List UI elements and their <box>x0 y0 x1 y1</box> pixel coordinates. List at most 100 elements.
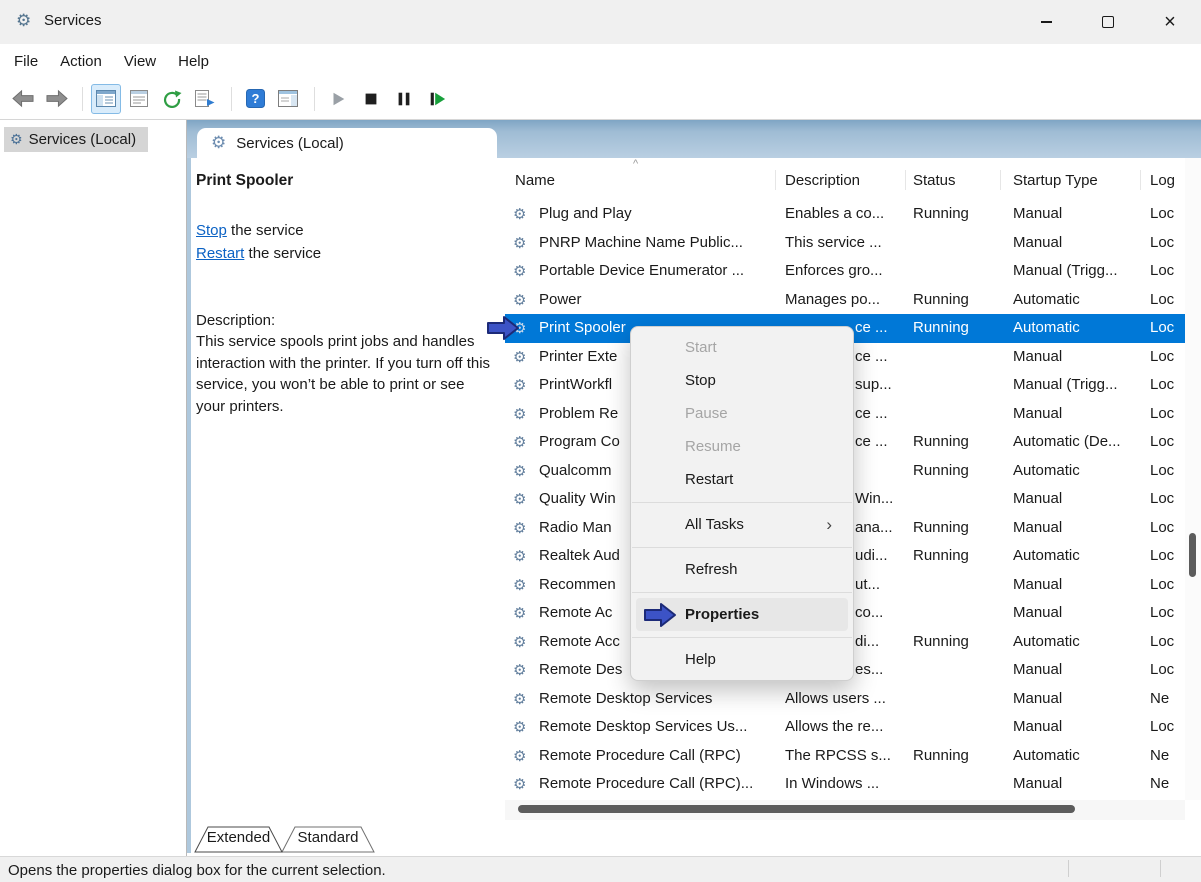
forward-button[interactable] <box>41 84 71 114</box>
service-startup-type: Manual (Trigg... <box>1013 257 1145 286</box>
column-header-name[interactable]: Name <box>515 158 555 198</box>
maximize-button[interactable] <box>1077 0 1139 44</box>
service-row[interactable]: ⚙Remote Desktop ServicesAllows users ...… <box>505 685 1185 714</box>
column-divider[interactable] <box>1000 170 1001 190</box>
toolbar-divider <box>314 87 315 111</box>
context-menu-item-stop[interactable]: Stop <box>636 364 848 397</box>
service-name: Power <box>539 286 779 315</box>
restart-service-button[interactable] <box>422 84 452 114</box>
context-menu-item-help[interactable]: Help <box>636 643 848 676</box>
back-button[interactable] <box>8 84 38 114</box>
column-divider[interactable] <box>905 170 906 190</box>
service-logon: Loc <box>1150 371 1188 400</box>
service-startup-type: Automatic <box>1013 542 1145 571</box>
gear-icon: ⚙ <box>513 628 526 657</box>
vertical-scrollbar[interactable] <box>1185 158 1201 800</box>
vertical-scrollbar-thumb[interactable] <box>1189 533 1196 577</box>
main-header-title: Services (Local) <box>236 135 344 152</box>
service-name: Portable Device Enumerator ... <box>539 257 779 286</box>
stop-service-link[interactable]: Stop <box>196 222 227 239</box>
close-button[interactable]: × <box>1139 0 1201 44</box>
show-hide-console-tree-button[interactable] <box>91 84 121 114</box>
service-startup-type: Manual <box>1013 713 1145 742</box>
gear-icon: ⚙ <box>513 571 526 600</box>
service-status <box>913 400 1005 429</box>
tab-standard[interactable]: Standard <box>282 829 374 846</box>
service-action-suffix: the service <box>227 222 304 239</box>
context-menu-item-refresh[interactable]: Refresh <box>636 553 848 586</box>
service-row[interactable]: ⚙Portable Device Enumerator ...Enforces … <box>505 257 1185 286</box>
service-startup-type: Automatic <box>1013 742 1145 771</box>
service-row[interactable]: ⚙PowerManages po...RunningAutomaticLoc <box>505 286 1185 315</box>
menubar-item-action[interactable]: Action <box>49 53 113 70</box>
service-startup-type: Manual <box>1013 656 1145 685</box>
tree-item-label: Services (Local) <box>29 131 137 148</box>
start-icon <box>329 90 347 108</box>
services-gear-icon: ⚙ <box>16 11 31 31</box>
service-logon: Loc <box>1150 400 1188 429</box>
service-row[interactable]: ⚙Remote Desktop Services Us...Allows the… <box>505 713 1185 742</box>
service-row[interactable]: ⚙PNRP Machine Name Public...This service… <box>505 229 1185 258</box>
context-menu-item-all-tasks[interactable]: All Tasks› <box>636 508 848 541</box>
service-status: Running <box>913 428 1005 457</box>
service-row[interactable]: ⚙Remote Procedure Call (RPC)...In Window… <box>505 770 1185 799</box>
export-list-icon <box>195 90 215 107</box>
column-divider[interactable] <box>1140 170 1141 190</box>
service-startup-type: Manual (Trigg... <box>1013 371 1145 400</box>
menubar-item-view[interactable]: View <box>113 53 167 70</box>
service-description: In Windows ... <box>785 770 909 799</box>
back-arrow-icon <box>12 88 35 109</box>
export-list-button[interactable] <box>190 84 220 114</box>
pause-service-button[interactable] <box>389 84 419 114</box>
gear-icon: ⚙ <box>513 713 526 742</box>
gear-icon: ⚙ <box>513 514 526 543</box>
service-action-line: Stop the service <box>196 222 321 245</box>
help-icon: ? <box>246 89 265 108</box>
gear-icon: ⚙ <box>513 485 526 514</box>
tab-extended[interactable]: Extended <box>195 829 282 846</box>
help-button[interactable]: ? <box>240 84 270 114</box>
service-row[interactable]: ⚙Remote Procedure Call (RPC)The RPCSS s.… <box>505 742 1185 771</box>
service-status: Running <box>913 742 1005 771</box>
menubar-item-help[interactable]: Help <box>167 53 220 70</box>
service-description: Allows the re... <box>785 713 909 742</box>
minimize-button[interactable] <box>1015 0 1077 44</box>
service-startup-type: Manual <box>1013 343 1145 372</box>
service-description: Allows users ... <box>785 685 909 714</box>
statusbar-divider <box>1068 860 1069 877</box>
stop-service-button[interactable] <box>356 84 386 114</box>
service-logon: Loc <box>1150 229 1188 258</box>
show-hide-action-pane-button[interactable] <box>273 84 303 114</box>
gear-icon: ⚙ <box>513 770 526 799</box>
service-logon: Loc <box>1150 200 1188 229</box>
service-status <box>913 229 1005 258</box>
column-header-startup-type[interactable]: Startup Type <box>1013 158 1098 198</box>
column-header-log[interactable]: Log <box>1150 158 1175 198</box>
horizontal-scrollbar-thumb[interactable] <box>518 805 1075 813</box>
column-header-description[interactable]: Description <box>785 158 860 198</box>
forward-arrow-icon <box>45 88 68 109</box>
service-status <box>913 770 1005 799</box>
tree-item-services-local[interactable]: ⚙ Services (Local) <box>4 127 148 152</box>
statusbar-divider <box>1160 860 1161 877</box>
gear-icon: ⚙ <box>513 457 526 486</box>
status-text: Opens the properties dialog box for the … <box>8 862 386 879</box>
refresh-button[interactable] <box>157 84 187 114</box>
horizontal-scrollbar[interactable] <box>505 800 1185 820</box>
service-status: Running <box>913 457 1005 486</box>
service-action-suffix: the service <box>244 245 321 262</box>
column-divider[interactable] <box>775 170 776 190</box>
restart-service-link[interactable]: Restart <box>196 245 244 262</box>
service-logon: Loc <box>1150 514 1188 543</box>
detail-links: Stop the serviceRestart the service <box>196 222 321 268</box>
context-menu-item-pause: Pause <box>636 397 848 430</box>
service-row[interactable]: ⚙Plug and PlayEnables a co...RunningManu… <box>505 200 1185 229</box>
context-menu-item-restart[interactable]: Restart <box>636 463 848 496</box>
service-logon: Loc <box>1150 656 1188 685</box>
service-name: Remote Procedure Call (RPC) <box>539 742 779 771</box>
column-header-status[interactable]: Status <box>913 158 956 198</box>
service-status: Running <box>913 542 1005 571</box>
action-pane-icon <box>278 90 298 107</box>
menubar-item-file[interactable]: File <box>3 53 49 70</box>
properties-toolbar-button[interactable] <box>124 84 154 114</box>
